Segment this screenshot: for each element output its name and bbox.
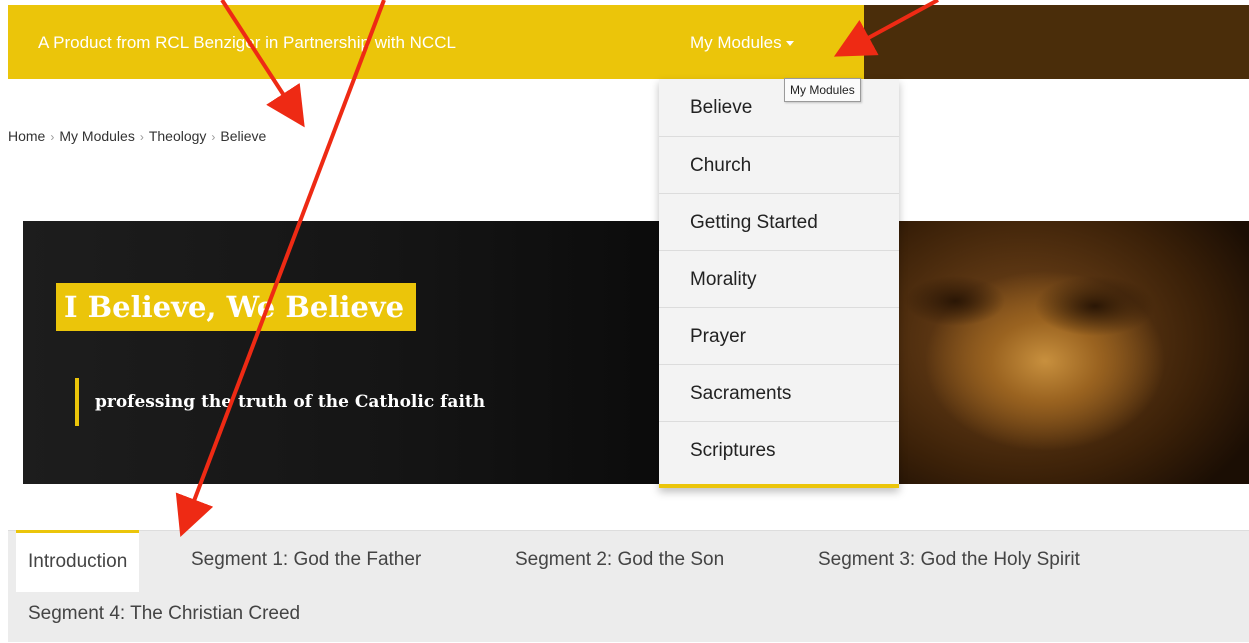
hero-subtitle: professing the truth of the Catholic fai…: [75, 378, 485, 426]
breadcrumb-my-modules[interactable]: My Modules: [59, 128, 134, 144]
my-modules-label: My Modules: [690, 33, 782, 52]
top-navbar: A Product from RCL Benziger in Partnersh…: [8, 5, 1249, 79]
chevron-right-icon: ›: [139, 130, 144, 144]
tooltip: My Modules: [784, 78, 861, 102]
tab-segment-4[interactable]: Segment 4: The Christian Creed: [28, 585, 300, 643]
breadcrumb-home[interactable]: Home: [8, 128, 45, 144]
hero-title: I Believe, We Believe: [56, 283, 417, 331]
my-modules-dropdown: Believe Church Getting Started Morality …: [659, 79, 899, 488]
tab-segment-2[interactable]: Segment 2: God the Son: [515, 531, 724, 589]
tab-segment-1[interactable]: Segment 1: God the Father: [191, 531, 421, 589]
caret-down-icon: [785, 41, 794, 47]
chevron-right-icon: ›: [50, 130, 55, 144]
dropdown-item-prayer[interactable]: Prayer: [659, 307, 899, 364]
hero-image: [895, 221, 1249, 484]
navbar-dark-section: [864, 5, 1249, 79]
dropdown-item-morality[interactable]: Morality: [659, 250, 899, 307]
brand-link[interactable]: A Product from RCL Benziger in Partnersh…: [38, 33, 456, 53]
dropdown-item-believe[interactable]: Believe: [659, 79, 899, 136]
hero-banner: [23, 221, 1249, 484]
segment-tabs: Introduction Segment 1: God the Father S…: [8, 530, 1249, 642]
my-modules-menu-toggle[interactable]: My Modules: [690, 33, 794, 53]
tab-segment-3[interactable]: Segment 3: God the Holy Spirit: [818, 531, 1080, 589]
chevron-right-icon: ›: [211, 130, 216, 144]
breadcrumb: Home › My Modules › Theology › Believe: [8, 128, 266, 144]
dropdown-item-scriptures[interactable]: Scriptures: [659, 421, 899, 478]
dropdown-item-getting-started[interactable]: Getting Started: [659, 193, 899, 250]
tab-introduction[interactable]: Introduction: [16, 530, 140, 592]
breadcrumb-current: Believe: [220, 128, 267, 144]
dropdown-item-sacraments[interactable]: Sacraments: [659, 364, 899, 421]
dropdown-item-church[interactable]: Church: [659, 136, 899, 193]
breadcrumb-theology[interactable]: Theology: [149, 128, 207, 144]
